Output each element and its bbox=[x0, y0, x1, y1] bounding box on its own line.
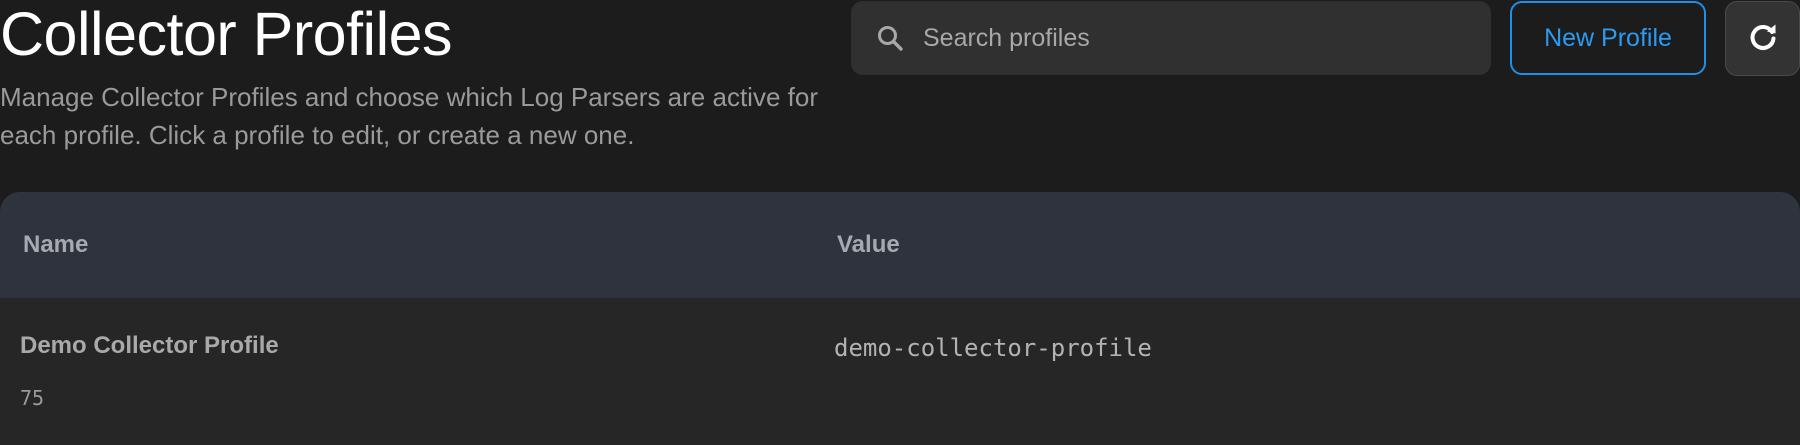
page-description: Manage Collector Profiles and choose whi… bbox=[0, 82, 818, 150]
new-profile-button[interactable]: New Profile bbox=[1510, 1, 1706, 75]
profile-id: 75 bbox=[20, 386, 45, 410]
search-box[interactable] bbox=[851, 1, 1491, 75]
profiles-table: Name Value Demo Collector Profile 75 dem… bbox=[0, 192, 1800, 445]
table-row[interactable]: Demo Collector Profile 75 demo-collector… bbox=[0, 298, 1800, 445]
profile-value: demo-collector-profile bbox=[834, 334, 1152, 362]
column-header-name[interactable]: Name bbox=[23, 192, 88, 298]
search-input[interactable] bbox=[923, 23, 1483, 53]
refresh-button[interactable] bbox=[1725, 1, 1800, 76]
profile-name: Demo Collector Profile bbox=[20, 332, 279, 359]
page-title: Collector Profiles bbox=[0, 0, 453, 68]
collector-profiles-page: Collector Profiles Manage Collector Prof… bbox=[0, 0, 1800, 445]
refresh-icon bbox=[1746, 20, 1780, 57]
column-header-value[interactable]: Value bbox=[837, 192, 900, 298]
table-header: Name Value bbox=[0, 192, 1800, 298]
search-icon bbox=[875, 23, 905, 53]
